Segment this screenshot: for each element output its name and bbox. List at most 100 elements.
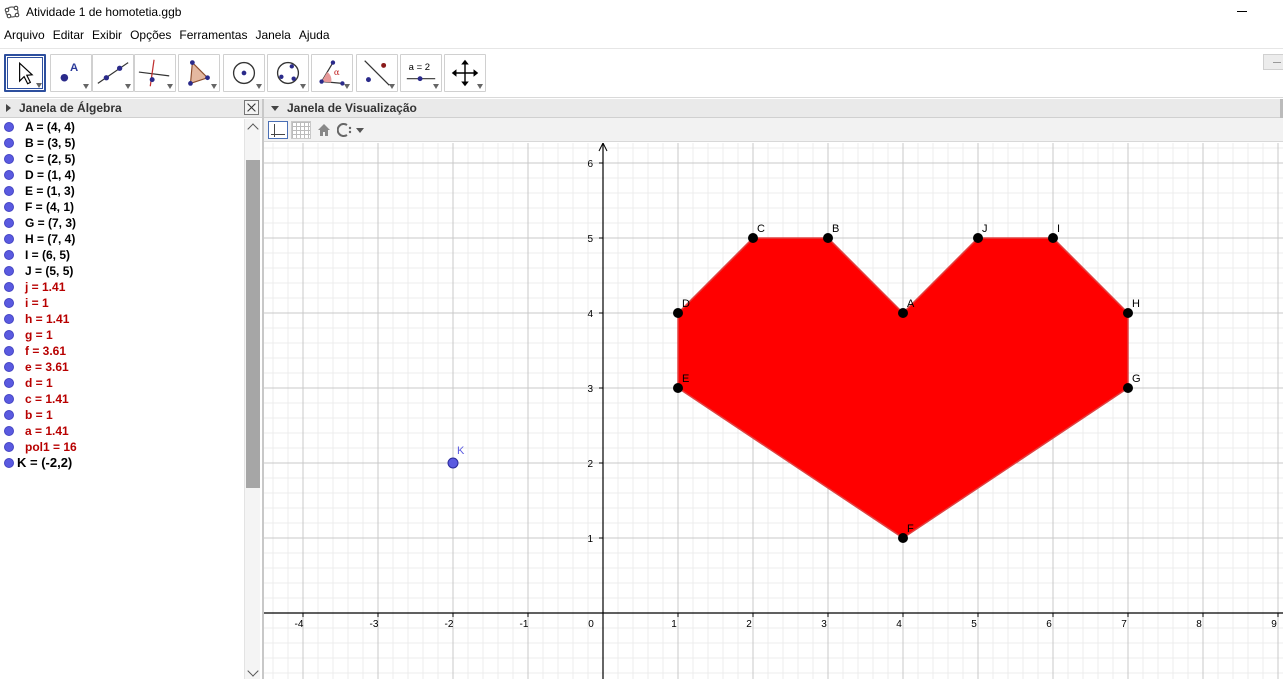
visibility-toggle-icon[interactable]	[4, 458, 14, 468]
visibility-toggle-icon[interactable]	[4, 122, 14, 132]
visibility-toggle-icon[interactable]	[4, 282, 14, 292]
visibility-toggle-icon[interactable]	[4, 202, 14, 212]
visibility-toggle-icon[interactable]	[4, 346, 14, 356]
algebra-item[interactable]: d = 1	[0, 375, 244, 391]
vertex-label: I	[1057, 223, 1060, 235]
algebra-item[interactable]: pol1 = 16	[0, 439, 244, 455]
move-tool-button[interactable]	[4, 54, 46, 92]
visibility-toggle-icon[interactable]	[4, 234, 14, 244]
home-icon	[318, 124, 330, 136]
algebra-item[interactable]: b = 1	[0, 407, 244, 423]
algebra-item-text: g = 1	[25, 328, 53, 342]
visibility-toggle-icon[interactable]	[4, 218, 14, 228]
algebra-item[interactable]: I = (6, 5)	[0, 247, 244, 263]
algebra-item[interactable]: a = 1.41	[0, 423, 244, 439]
x-tick-label: 4	[896, 619, 902, 630]
visibility-toggle-icon[interactable]	[4, 266, 14, 276]
visibility-toggle-icon[interactable]	[4, 442, 14, 452]
circle-three-points-tool-button[interactable]	[267, 54, 309, 92]
scroll-up-icon[interactable]	[247, 123, 259, 135]
home-view-button[interactable]	[317, 121, 331, 139]
x-tick-label: 3	[821, 619, 827, 630]
angle-tool-button[interactable]: α	[311, 54, 353, 92]
svg-text:α: α	[334, 68, 340, 78]
point-tool-button[interactable]: A	[50, 54, 92, 92]
menu-ajuda[interactable]: Ajuda	[295, 28, 334, 42]
slider-tool-button[interactable]: a = 2	[400, 54, 442, 92]
vertex-label: C	[757, 223, 765, 235]
coordinate-plane[interactable]: -4 -3 -2 -1 0 1 2 3 4 5 6 7 8 9 1 2 3 4 5 6 C B A J I H G F E D K	[264, 143, 1283, 679]
visibility-toggle-icon[interactable]	[4, 170, 14, 180]
move-view-tool-button[interactable]	[444, 54, 486, 92]
menu-exibir[interactable]: Exibir	[88, 28, 126, 42]
algebra-item[interactable]: C = (2, 5)	[0, 151, 244, 167]
point-capture-dropdown[interactable]	[336, 121, 367, 139]
visibility-toggle-icon[interactable]	[4, 298, 14, 308]
visibility-toggle-icon[interactable]	[4, 378, 14, 388]
free-point[interactable]	[447, 457, 459, 469]
vertex-label: E	[682, 373, 689, 385]
algebra-item-text: A = (4, 4)	[25, 120, 75, 134]
algebra-item[interactable]: E = (1, 3)	[0, 183, 244, 199]
algebra-item[interactable]: e = 3.61	[0, 359, 244, 375]
x-tick-label: -1	[520, 619, 529, 630]
polygon-tool-button[interactable]	[178, 54, 220, 92]
graphics-panel-title: Janela de Visualização	[287, 101, 417, 115]
geogebra-logo-icon	[4, 5, 20, 19]
visibility-toggle-icon[interactable]	[4, 330, 14, 340]
graphics-canvas[interactable]: -4 -3 -2 -1 0 1 2 3 4 5 6 7 8 9 1 2 3 4 5 6 C B A J I H G F E D K	[264, 143, 1283, 679]
undo-redo-box[interactable]	[1263, 54, 1283, 70]
algebra-item[interactable]: H = (7, 4)	[0, 231, 244, 247]
menu-opcoes[interactable]: Opções	[126, 28, 175, 42]
algebra-item[interactable]: f = 3.61	[0, 343, 244, 359]
scroll-down-icon[interactable]	[247, 665, 259, 677]
algebra-item-text: B = (3, 5)	[25, 136, 76, 150]
scroll-thumb[interactable]	[246, 160, 260, 488]
x-tick-label: 5	[971, 619, 977, 630]
algebra-item[interactable]: c = 1.41	[0, 391, 244, 407]
algebra-item-text: K = (-2,2)	[17, 455, 73, 470]
algebra-item[interactable]: F = (4, 1)	[0, 199, 244, 215]
close-panel-button[interactable]	[244, 100, 259, 115]
algebra-item[interactable]: J = (5, 5)	[0, 263, 244, 279]
algebra-item[interactable]: D = (1, 4)	[0, 167, 244, 183]
algebra-item[interactable]: B = (3, 5)	[0, 135, 244, 151]
visibility-toggle-icon[interactable]	[4, 250, 14, 260]
algebra-item-text: C = (2, 5)	[25, 152, 76, 166]
visibility-toggle-icon[interactable]	[4, 410, 14, 420]
algebra-scrollbar[interactable]	[244, 119, 260, 679]
algebra-item[interactable]: h = 1.41	[0, 311, 244, 327]
algebra-item[interactable]: K = (-2,2)	[0, 455, 244, 471]
collapse-arrow-icon[interactable]	[6, 104, 11, 112]
algebra-item[interactable]: j = 1.41	[0, 279, 244, 295]
visibility-toggle-icon[interactable]	[4, 362, 14, 372]
vertex-label: A	[907, 298, 915, 310]
minimize-button[interactable]	[1227, 2, 1257, 20]
algebra-item-text: h = 1.41	[25, 312, 70, 326]
toggle-axes-button[interactable]	[268, 121, 288, 139]
menu-arquivo[interactable]: Arquivo	[0, 28, 49, 42]
visibility-toggle-icon[interactable]	[4, 426, 14, 436]
visibility-toggle-icon[interactable]	[4, 138, 14, 148]
visibility-toggle-icon[interactable]	[4, 186, 14, 196]
visibility-toggle-icon[interactable]	[4, 154, 14, 164]
algebra-item[interactable]: i = 1	[0, 295, 244, 311]
algebra-item[interactable]: A = (4, 4)	[0, 119, 244, 135]
algebra-item-text: F = (4, 1)	[25, 200, 75, 214]
menu-bar: Arquivo Editar Exibir Opções Ferramentas…	[0, 26, 334, 44]
algebra-item-text: i = 1	[25, 296, 49, 310]
collapse-arrow-icon[interactable]	[271, 105, 279, 111]
menu-janela[interactable]: Janela	[251, 28, 294, 42]
line-tool-button[interactable]	[92, 54, 134, 92]
circle-tool-button[interactable]	[223, 54, 265, 92]
visibility-toggle-icon[interactable]	[4, 314, 14, 324]
reflect-tool-button[interactable]	[356, 54, 398, 92]
algebra-item-text: I = (6, 5)	[25, 248, 71, 262]
toggle-grid-button[interactable]	[291, 121, 311, 139]
algebra-item[interactable]: g = 1	[0, 327, 244, 343]
menu-editar[interactable]: Editar	[49, 28, 88, 42]
algebra-item[interactable]: G = (7, 3)	[0, 215, 244, 231]
perpendicular-line-tool-button[interactable]	[134, 54, 176, 92]
menu-ferramentas[interactable]: Ferramentas	[175, 28, 251, 42]
visibility-toggle-icon[interactable]	[4, 394, 14, 404]
